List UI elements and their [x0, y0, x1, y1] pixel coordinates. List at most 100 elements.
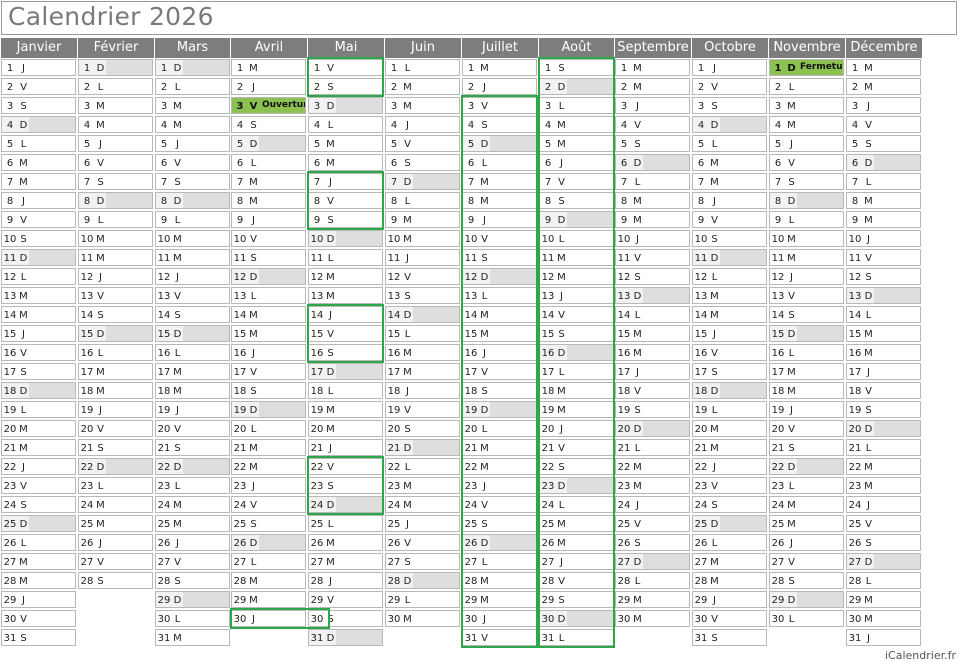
day-cell[interactable]: 5L [692, 135, 767, 152]
day-cell[interactable]: 13 L [231, 287, 306, 304]
day-cell[interactable]: 22 M [231, 458, 306, 475]
day-cell[interactable]: 15 J [692, 325, 767, 342]
day-cell[interactable]: 24 S [1, 496, 76, 513]
day-cell[interactable]: 5D [462, 135, 537, 152]
day-cell[interactable]: 10 D [308, 230, 383, 247]
day-cell[interactable]: 27 M [692, 553, 767, 570]
day-cell[interactable]: 12 D [231, 268, 306, 285]
day-cell[interactable]: 23 J [462, 477, 537, 494]
day-cell[interactable]: 22 M [846, 458, 921, 475]
day-cell[interactable]: 8D [155, 192, 230, 209]
day-cell[interactable]: 26 M [308, 534, 383, 551]
day-cell[interactable]: 1M [231, 59, 306, 76]
day-cell[interactable]: 10 S [692, 230, 767, 247]
day-cell[interactable]: 22 M [615, 458, 690, 475]
day-cell[interactable]: 9M [846, 211, 921, 228]
day-cell[interactable]: 5J [769, 135, 844, 152]
day-cell[interactable]: 19 M [308, 401, 383, 418]
day-cell[interactable]: 28 S [155, 572, 230, 589]
day-cell[interactable]: 12 J [78, 268, 153, 285]
day-cell[interactable]: 20 V [155, 420, 230, 437]
day-cell[interactable]: 25 M [539, 515, 614, 532]
day-cell[interactable]: 10 J [615, 230, 690, 247]
day-cell[interactable]: 29 M [846, 591, 921, 608]
day-cell[interactable]: 19 M [539, 401, 614, 418]
day-cell[interactable]: 15 D [155, 325, 230, 342]
day-cell[interactable]: 14 L [846, 306, 921, 323]
day-cell[interactable]: 11 M [539, 249, 614, 266]
day-cell[interactable]: 16 M [615, 344, 690, 361]
day-cell[interactable]: 28 D [385, 572, 460, 589]
day-cell[interactable]: 19 D [231, 401, 306, 418]
day-cell[interactable]: 7L [846, 173, 921, 190]
day-cell[interactable]: 6J [539, 154, 614, 171]
day-cell[interactable]: 28 L [615, 572, 690, 589]
day-cell[interactable]: 5J [155, 135, 230, 152]
day-cell[interactable]: 5V [385, 135, 460, 152]
day-cell[interactable]: 8L [385, 192, 460, 209]
day-cell[interactable]: 1S [539, 59, 614, 76]
day-cell[interactable]: 18 D [692, 382, 767, 399]
day-cell[interactable]: 24 L [539, 496, 614, 513]
day-cell[interactable]: 7M [462, 173, 537, 190]
day-cell[interactable]: 6D [846, 154, 921, 171]
day-cell[interactable]: 11 M [155, 249, 230, 266]
day-cell[interactable]: 1M [615, 59, 690, 76]
day-cell[interactable]: 10 J [846, 230, 921, 247]
day-cell[interactable]: 27 V [78, 553, 153, 570]
day-cell[interactable]: 14 S [155, 306, 230, 323]
day-cell[interactable]: 31 L [539, 629, 614, 646]
day-cell[interactable]: 30 V [692, 610, 767, 627]
day-cell[interactable]: 4D [1, 116, 76, 133]
day-cell[interactable]: 2M [846, 78, 921, 95]
day-cell[interactable]: 12 D [462, 268, 537, 285]
day-cell[interactable]: 8D [78, 192, 153, 209]
day-cell[interactable]: 13 S [385, 287, 460, 304]
day-cell[interactable]: 31 D [308, 629, 383, 646]
day-cell[interactable]: 23 S [308, 477, 383, 494]
day-cell[interactable]: 29 D [769, 591, 844, 608]
day-cell[interactable]: 12 L [692, 268, 767, 285]
day-cell[interactable]: 7S [155, 173, 230, 190]
day-cell[interactable]: 1J [1, 59, 76, 76]
day-cell[interactable]: 15 M [615, 325, 690, 342]
day-cell[interactable]: 12 V [385, 268, 460, 285]
day-cell[interactable]: 23 V [1, 477, 76, 494]
day-cell[interactable]: 17 M [385, 363, 460, 380]
day-cell[interactable]: 13 D [846, 287, 921, 304]
day-cell[interactable]: 12 M [539, 268, 614, 285]
day-cell[interactable]: 25 M [769, 515, 844, 532]
day-cell[interactable]: 1V [308, 59, 383, 76]
day-cell[interactable]: 20 S [385, 420, 460, 437]
day-cell[interactable]: 14 M [1, 306, 76, 323]
day-cell[interactable]: 10 S [1, 230, 76, 247]
day-cell[interactable]: 30 M [615, 610, 690, 627]
day-cell[interactable]: 5M [308, 135, 383, 152]
day-cell[interactable]: 28 L [846, 572, 921, 589]
day-cell[interactable]: 28 M [1, 572, 76, 589]
day-cell[interactable]: 7M [1, 173, 76, 190]
day-cell[interactable]: 16 V [1, 344, 76, 361]
day-cell[interactable]: 3S [692, 97, 767, 114]
day-cell[interactable]: 14 S [78, 306, 153, 323]
day-cell[interactable]: 16 J [231, 344, 306, 361]
day-cell[interactable]: 13 M [308, 287, 383, 304]
day-cell[interactable]: 6S [385, 154, 460, 171]
day-cell[interactable]: 1D [155, 59, 230, 76]
day-cell[interactable]: 3V [462, 97, 537, 114]
day-cell[interactable]: 7S [78, 173, 153, 190]
day-cell[interactable]: 22 J [692, 458, 767, 475]
day-cell[interactable]: 2M [385, 78, 460, 95]
day-cell[interactable]: 29 J [1, 591, 76, 608]
day-cell[interactable]: 11 L [308, 249, 383, 266]
day-cell[interactable]: 2V [692, 78, 767, 95]
day-cell[interactable]: 12 J [155, 268, 230, 285]
day-cell[interactable]: 15 V [308, 325, 383, 342]
day-cell[interactable]: 14 L [615, 306, 690, 323]
day-cell[interactable]: 14 S [769, 306, 844, 323]
day-cell[interactable]: 10 L [539, 230, 614, 247]
day-cell[interactable]: 20 M [308, 420, 383, 437]
day-cell[interactable]: 21 M [1, 439, 76, 456]
day-cell[interactable]: 8M [846, 192, 921, 209]
day-cell[interactable]: 25 S [462, 515, 537, 532]
